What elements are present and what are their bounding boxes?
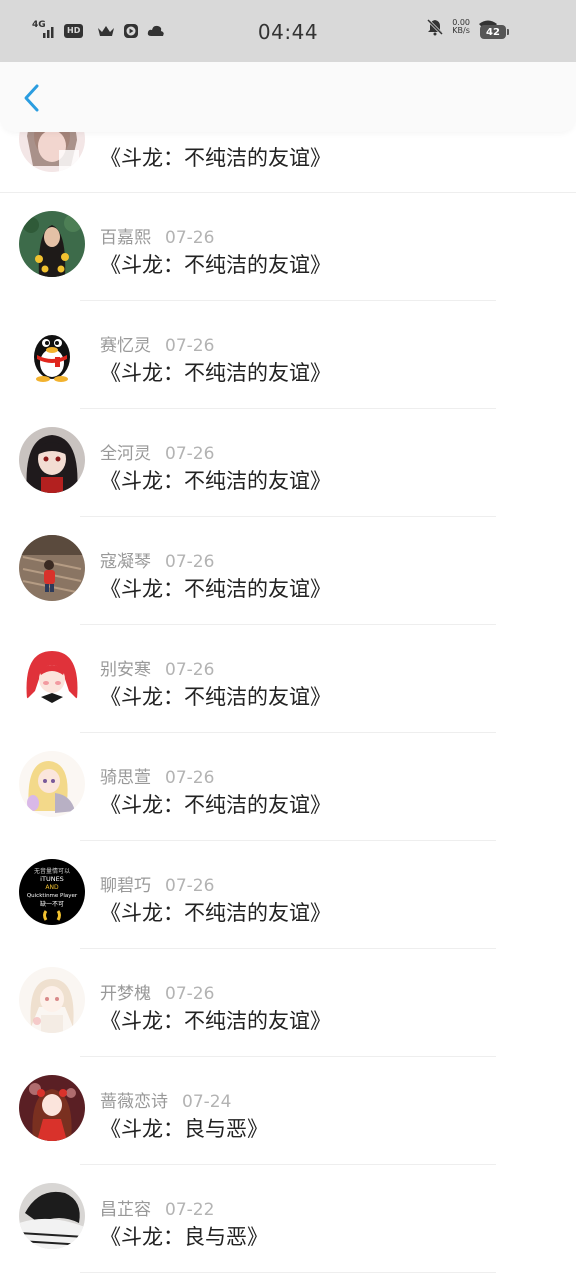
post-title: 《斗龙：良与恶》	[100, 1225, 268, 1249]
author-line: 开梦槐 07-26	[100, 979, 214, 1004]
status-bar: 4G HD 04:44 0.00 KB/s 42	[0, 0, 576, 62]
post-title: 《斗龙：良与恶》	[100, 1117, 268, 1141]
avatar-anime-red-dress	[19, 1075, 85, 1141]
avatar	[19, 319, 85, 385]
post-date: 07-26	[165, 876, 215, 896]
avatar	[19, 211, 85, 277]
avatar-text-line5: 缺一不可	[40, 900, 64, 908]
list-item[interactable]: 无音量情可以 iTUNES AND Quicktinme Player 缺一不可…	[0, 841, 576, 949]
avatar-anime-dark-hair	[19, 427, 85, 493]
list-item[interactable]: 百嘉熙 07-26 《斗龙：不纯洁的友谊》	[0, 193, 576, 301]
battery-indicator: 42	[480, 25, 509, 39]
back-button[interactable]	[14, 80, 50, 116]
comment-list: 《斗龙：不纯洁的友谊》 百嘉熙 07-26 《斗龙：不纯洁的友谊》 赛忆灵 07…	[0, 88, 576, 1273]
post-title: 《斗龙：不纯洁的友谊》	[100, 469, 331, 493]
author-line: 赛忆灵 07-26	[100, 331, 214, 356]
avatar-text-line2: iTUNES	[40, 875, 64, 883]
post-title: 《斗龙：不纯洁的友谊》	[100, 361, 331, 385]
post-date: 07-26	[165, 660, 215, 680]
avatar-text-line1: 无音量情可以	[34, 867, 70, 875]
list-item[interactable]: 赛忆灵 07-26 《斗龙：不纯洁的友谊》	[0, 301, 576, 409]
navigation-bar	[0, 62, 576, 132]
author-name[interactable]: 赛忆灵	[100, 336, 151, 356]
avatar: 无音量情可以 iTUNES AND Quicktinme Player 缺一不可	[19, 859, 85, 925]
avatar-girl-sunflower	[19, 211, 85, 277]
list-item[interactable]: 开梦槐 07-26 《斗龙：不纯洁的友谊》	[0, 949, 576, 1057]
divider	[80, 1272, 496, 1273]
author-line: 全河灵 07-26	[100, 439, 214, 464]
post-date: 07-26	[165, 336, 215, 356]
author-name[interactable]: 昌芷容	[100, 1200, 151, 1220]
avatar	[19, 643, 85, 709]
post-date: 07-24	[182, 1092, 232, 1112]
avatar-cat-photo	[19, 1183, 85, 1249]
avatar	[19, 427, 85, 493]
post-date: 07-26	[165, 444, 215, 464]
avatar-anime-sketch	[19, 967, 85, 1033]
post-title: 《斗龙：不纯洁的友谊》	[100, 793, 331, 817]
author-name[interactable]: 百嘉熙	[100, 228, 151, 248]
avatar-child-photo	[19, 535, 85, 601]
post-date: 07-26	[165, 984, 215, 1004]
list-item[interactable]: 别安寒 07-26 《斗龙：不纯洁的友谊》	[0, 625, 576, 733]
post-date: 07-26	[165, 228, 215, 248]
avatar	[19, 1075, 85, 1141]
post-date: 07-26	[165, 552, 215, 572]
battery-level: 42	[480, 25, 506, 39]
avatar	[19, 967, 85, 1033]
author-name[interactable]: 蔷薇恋诗	[100, 1092, 168, 1112]
author-line: 别安寒 07-26	[100, 655, 214, 680]
post-title: 《斗龙：不纯洁的友谊》	[100, 146, 331, 170]
author-line: 昌芷容 07-22	[100, 1195, 214, 1220]
post-title: 《斗龙：不纯洁的友谊》	[100, 577, 331, 601]
author-name[interactable]: 别安寒	[100, 660, 151, 680]
list-item[interactable]: 全河灵 07-26 《斗龙：不纯洁的友谊》	[0, 409, 576, 517]
author-name[interactable]: 寇凝琴	[100, 552, 151, 572]
avatar-anime-red-hair	[19, 643, 85, 709]
author-line: 聊碧巧 07-26	[100, 871, 214, 896]
avatar-text-line4: Quicktinme Player	[27, 893, 78, 899]
list-item[interactable]: 昌芷容 07-22 《斗龙：良与恶》	[0, 1165, 576, 1273]
author-name[interactable]: 聊碧巧	[100, 876, 151, 896]
author-line: 寇凝琴 07-26	[100, 547, 214, 572]
avatar	[19, 535, 85, 601]
mute-bell-icon	[427, 18, 444, 36]
post-title: 《斗龙：不纯洁的友谊》	[100, 901, 331, 925]
avatar-text-line3: AND	[45, 884, 59, 891]
list-item[interactable]: 蔷薇恋诗 07-24 《斗龙：良与恶》	[0, 1057, 576, 1165]
avatar-anime-blonde	[19, 751, 85, 817]
chevron-left-icon	[24, 84, 39, 112]
avatar	[19, 1183, 85, 1249]
author-name[interactable]: 骑思萱	[100, 768, 151, 788]
post-date: 07-22	[165, 1200, 215, 1220]
list-item[interactable]: 寇凝琴 07-26 《斗龙：不纯洁的友谊》	[0, 517, 576, 625]
speed-unit: KB/s	[452, 26, 470, 35]
post-title: 《斗龙：不纯洁的友谊》	[100, 1009, 331, 1033]
author-name[interactable]: 开梦槐	[100, 984, 151, 1004]
post-title: 《斗龙：不纯洁的友谊》	[100, 685, 331, 709]
author-line: 百嘉熙 07-26	[100, 223, 214, 248]
avatar-itunes-text: 无音量情可以 iTUNES AND Quicktinme Player 缺一不可	[19, 859, 85, 925]
post-title: 《斗龙：不纯洁的友谊》	[100, 253, 331, 277]
author-line: 骑思萱 07-26	[100, 763, 214, 788]
network-speed: 0.00 KB/s	[452, 19, 470, 35]
post-date: 07-26	[165, 768, 215, 788]
avatar-qq-penguin	[19, 319, 85, 385]
list-item[interactable]: 骑思萱 07-26 《斗龙：不纯洁的友谊》	[0, 733, 576, 841]
avatar	[19, 751, 85, 817]
author-name[interactable]: 全河灵	[100, 444, 151, 464]
author-line: 蔷薇恋诗 07-24	[100, 1087, 231, 1112]
battery-tip	[507, 29, 509, 35]
